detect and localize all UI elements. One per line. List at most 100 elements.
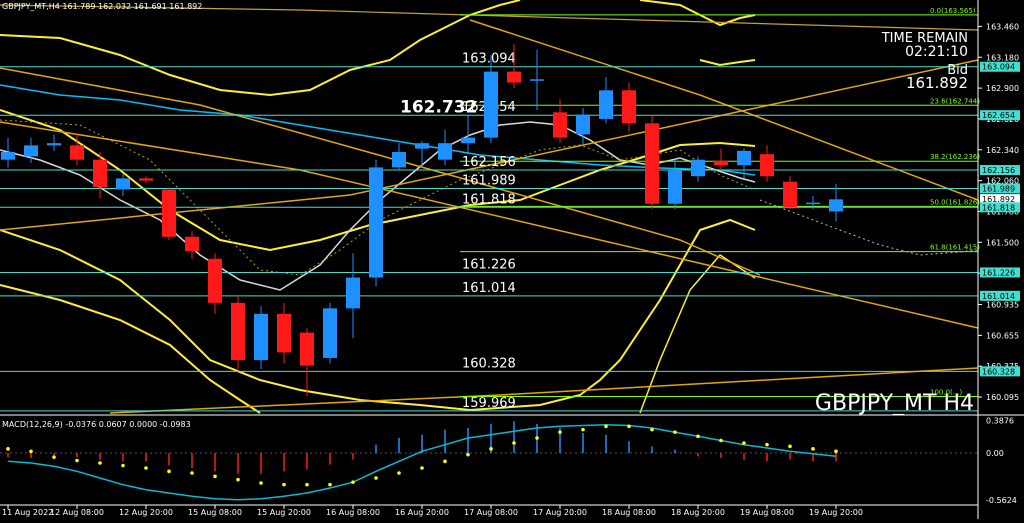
macd-signal-dot: [420, 466, 424, 470]
bear-candle[interactable]: [622, 90, 636, 124]
price-chart[interactable]: 0.0(163.565) 23.6(162.744) 38.2(162.236) 50…: [0, 0, 1024, 519]
bull-candle[interactable]: [806, 202, 820, 205]
bear-candle[interactable]: [162, 189, 176, 237]
y-axis-tick-label: 160.095: [986, 393, 1019, 402]
macd-signal-dot: [29, 449, 33, 454]
bull-candle[interactable]: [24, 145, 38, 157]
bull-candle[interactable]: [737, 150, 751, 166]
symbol-label: GBPJPY_MT H4: [815, 391, 974, 416]
bull-candle[interactable]: [691, 159, 705, 177]
price-tag-label: 160.328: [982, 367, 1015, 376]
price-level-label: 160.328: [462, 356, 516, 371]
x-axis-tick-label: 15 Aug 20:00: [257, 508, 311, 517]
bull-candle[interactable]: [829, 199, 843, 212]
macd-signal-dot: [213, 474, 217, 479]
macd-signal-dot: [466, 452, 470, 457]
bear-candle[interactable]: [208, 258, 222, 303]
bear-candle[interactable]: [70, 145, 84, 160]
bull-candle[interactable]: [1, 151, 15, 160]
macd-signal-dot: [374, 476, 378, 480]
bid-value: 161.892: [906, 74, 968, 92]
bull-candle[interactable]: [530, 79, 544, 81]
macd-label: MACD(12,26,9) -0.0376 0.0607 0.0000 -0.0…: [2, 420, 191, 429]
y-axis-tick-label: 162.340: [986, 146, 1019, 155]
price-level-label: 161.226: [462, 257, 516, 272]
macd-signal-dot: [765, 442, 769, 447]
macd-tick-label: 0.00: [986, 449, 1004, 458]
macd-signal-dot: [558, 430, 562, 434]
x-axis-tick-label: 19 Aug 20:00: [809, 508, 863, 517]
bull-candle[interactable]: [116, 178, 130, 190]
bull-candle[interactable]: [668, 170, 682, 204]
macd-signal-dot: [512, 441, 516, 445]
bear-candle[interactable]: [231, 302, 245, 361]
macd-signal-dot: [811, 447, 815, 451]
y-axis-tick-label: 160.655: [986, 331, 1019, 340]
x-axis-tick-label: 11 Aug 2022: [2, 508, 53, 517]
fib-level-label: 38.2(162.236): [930, 153, 980, 161]
bull-candle[interactable]: [254, 313, 268, 361]
macd-signal-dot: [604, 424, 608, 429]
time-remain-value: 02:21:10: [905, 44, 968, 60]
bull-candle[interactable]: [461, 137, 475, 144]
x-axis-tick-label: 16 Aug 08:00: [326, 508, 380, 517]
macd-signal-dot: [627, 424, 631, 429]
bull-candle[interactable]: [438, 143, 452, 160]
macd-signal-dot: [351, 480, 355, 484]
bull-candle[interactable]: [484, 71, 498, 138]
bull-candle[interactable]: [47, 143, 61, 146]
bear-candle[interactable]: [185, 236, 199, 252]
macd-signal-dot: [98, 461, 102, 465]
macd-tick-label: -0.5624: [986, 496, 1017, 505]
fib-level-label: 23.6(162.744): [930, 97, 980, 105]
bear-candle[interactable]: [645, 123, 659, 204]
bear-candle[interactable]: [760, 154, 774, 177]
macd-signal-dot: [443, 459, 447, 464]
macd-signal-dot: [259, 481, 263, 485]
price-level-label: 163.094: [462, 52, 516, 67]
bull-candle[interactable]: [346, 277, 360, 309]
x-axis-tick-label: 12 Aug 20:00: [119, 508, 173, 517]
bull-candle[interactable]: [369, 167, 383, 278]
bear-candle[interactable]: [714, 160, 728, 166]
price-tag-label: 163.094: [982, 63, 1015, 72]
price-tag-label: 161.226: [982, 268, 1015, 277]
x-axis-tick-label: 16 Aug 20:00: [395, 508, 449, 517]
macd-signal-dot: [52, 455, 56, 459]
bear-candle[interactable]: [553, 112, 567, 138]
macd-tick-label: 0.3876: [986, 417, 1014, 426]
macd-signal-dot: [6, 447, 10, 451]
y-axis-tick-label: 162.900: [986, 84, 1019, 93]
macd-signal-dot: [282, 482, 286, 487]
price-tag-label: 162.156: [982, 166, 1015, 175]
price-level-label: 161.818: [462, 192, 516, 207]
bear-candle[interactable]: [93, 159, 107, 188]
bull-candle[interactable]: [576, 114, 590, 135]
bear-candle[interactable]: [783, 181, 797, 208]
macd-signal-dot: [834, 449, 838, 454]
fib-level-label: 50.0(161.826): [930, 198, 980, 206]
macd-signal-dot: [696, 434, 700, 439]
bull-candle[interactable]: [415, 143, 429, 149]
chart-window: 0.0(163.565) 23.6(162.744) 38.2(162.236) 50…: [0, 0, 1024, 519]
bull-candle[interactable]: [599, 90, 613, 119]
bear-candle[interactable]: [300, 332, 314, 366]
bear-candle[interactable]: [507, 71, 521, 83]
x-axis-tick-label: 17 Aug 08:00: [464, 508, 518, 517]
x-axis-tick-label: 12 Aug 08:00: [50, 508, 104, 517]
bull-candle[interactable]: [392, 151, 406, 168]
x-axis-tick-label: 18 Aug 20:00: [671, 508, 725, 517]
bull-candle[interactable]: [323, 308, 337, 358]
macd-signal-dot: [144, 466, 148, 470]
price-level-label: 161.989: [462, 173, 516, 188]
price-level-label: 162.156: [462, 155, 516, 170]
chart-info-text: GBPJPY_MT,H4 161.789 162.032 161.691 161…: [2, 2, 202, 11]
macd-signal-dot: [742, 441, 746, 445]
macd-signal-dot: [167, 469, 171, 474]
bear-candle[interactable]: [277, 313, 291, 353]
x-axis-tick-label: 15 Aug 08:00: [188, 508, 242, 517]
price-level-label: 159.969: [462, 396, 516, 411]
macd-signal-dot: [397, 471, 401, 475]
bear-candle[interactable]: [139, 178, 153, 181]
y-axis-tick-label: 161.500: [986, 238, 1019, 247]
